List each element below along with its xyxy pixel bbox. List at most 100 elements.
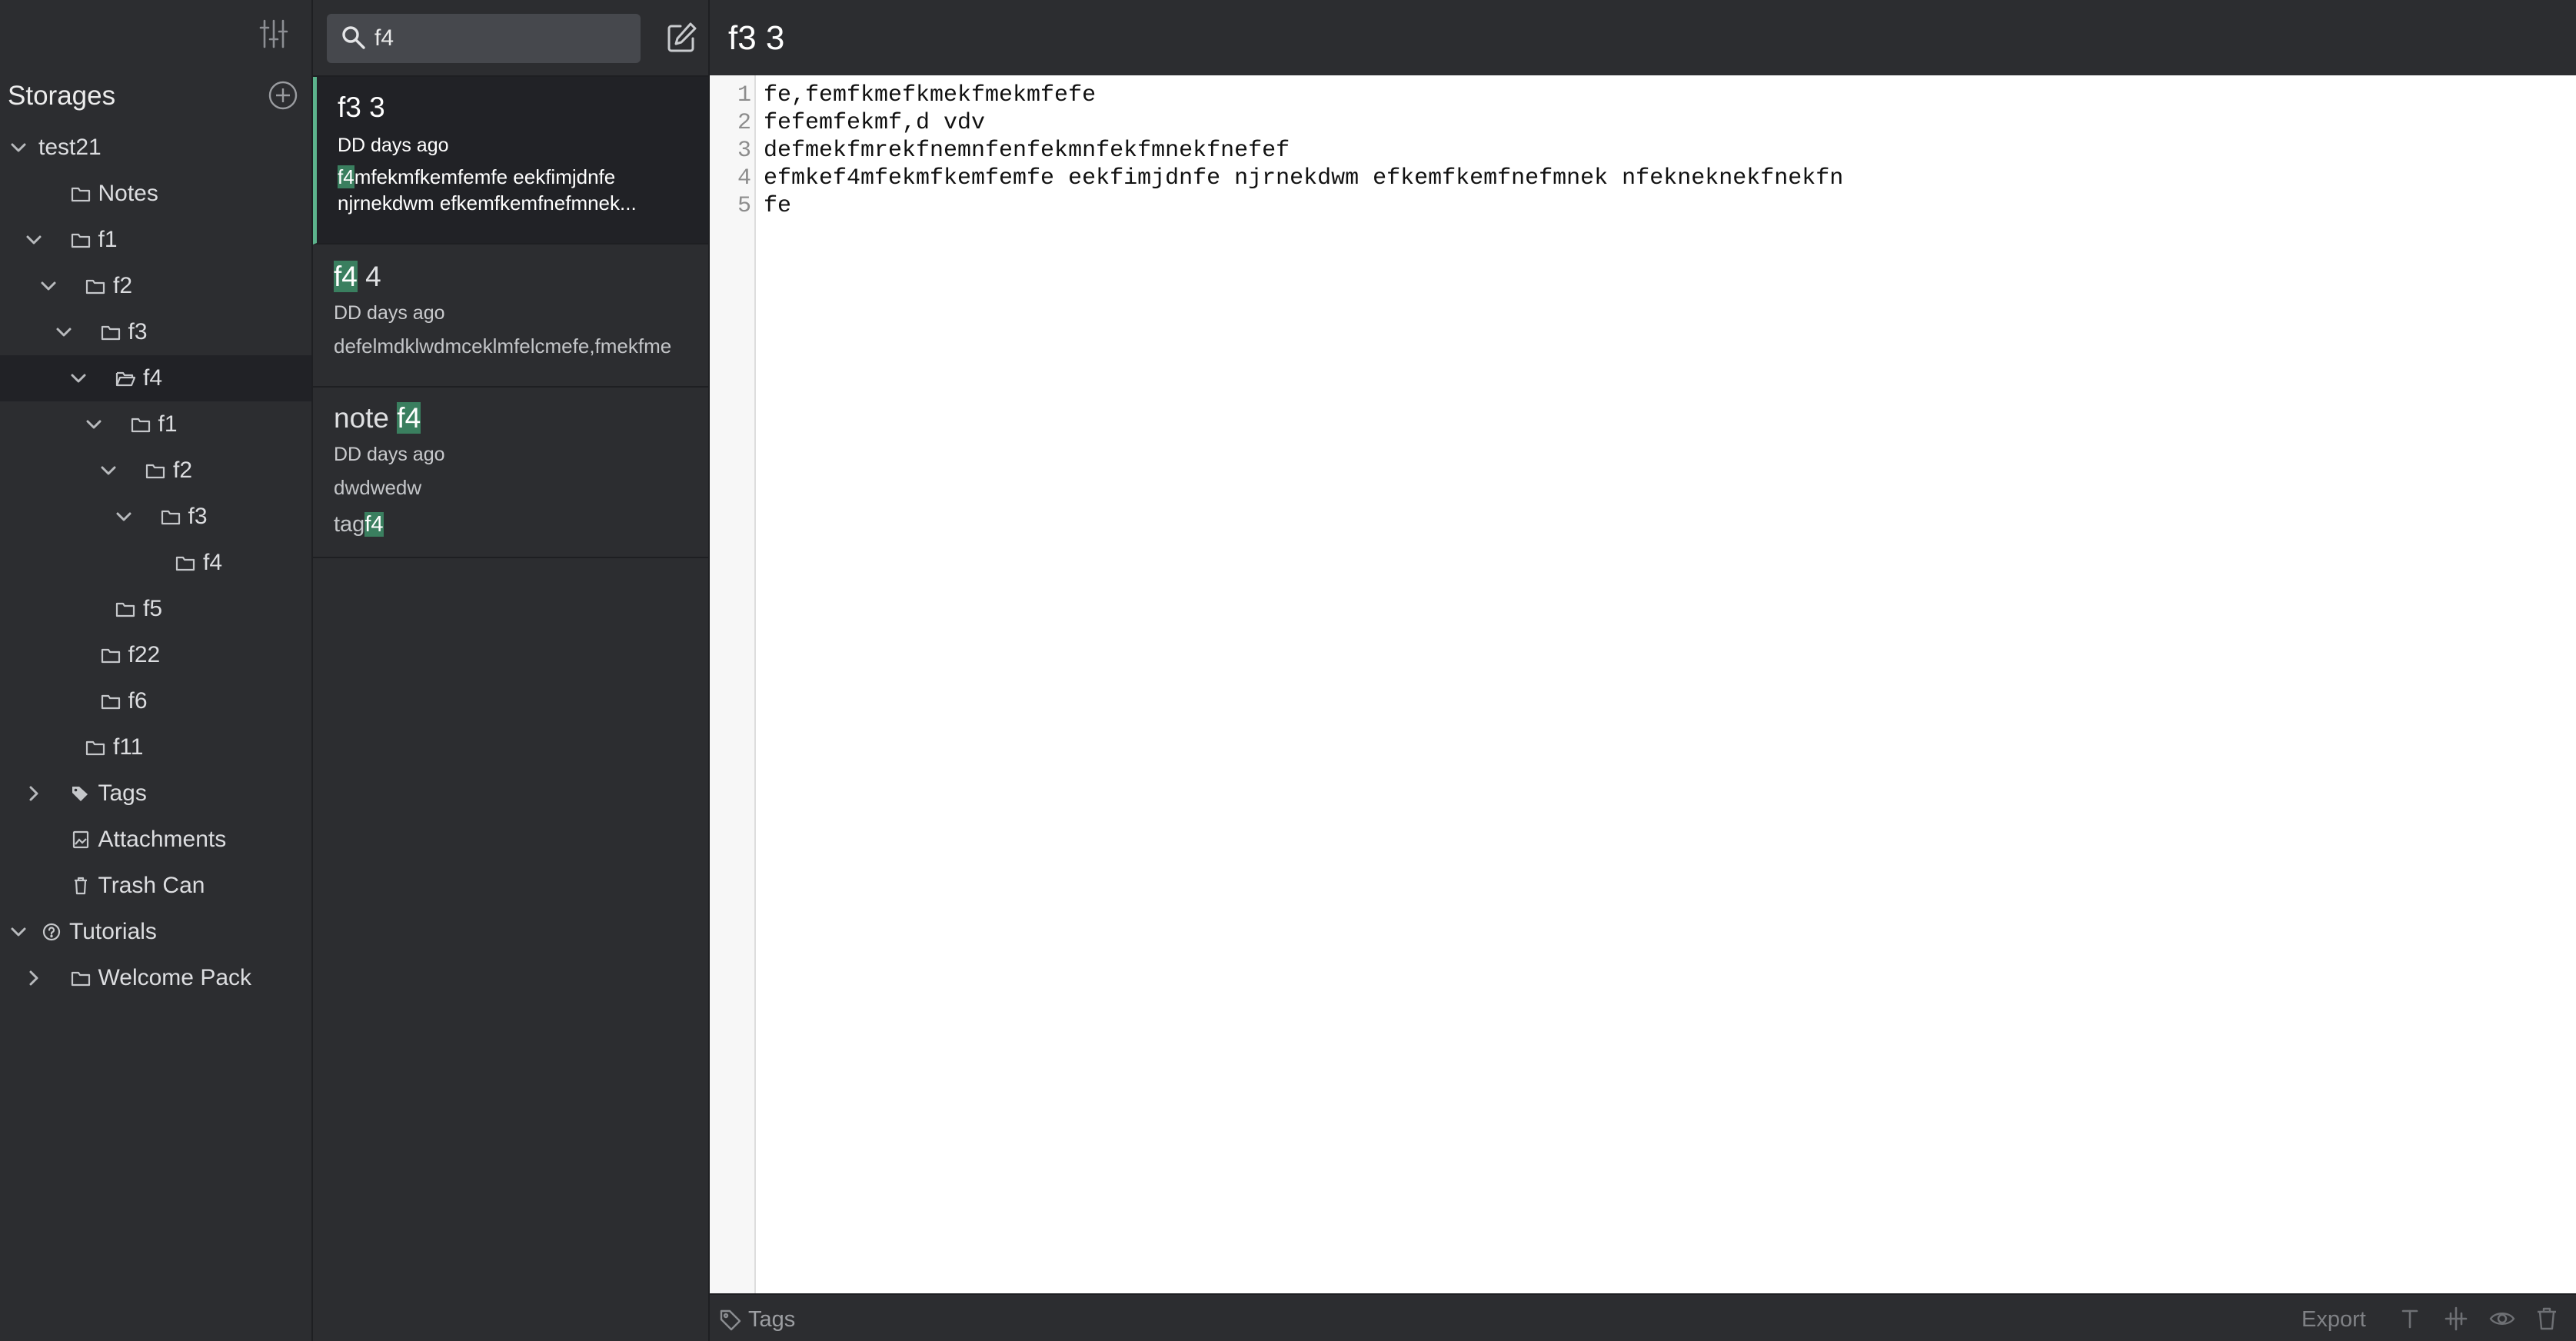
code-line[interactable]: fe <box>764 192 791 220</box>
note-date: DD days ago <box>334 302 445 324</box>
folder-icon <box>85 277 105 295</box>
chevron-down-icon[interactable] <box>98 460 119 481</box>
note-item[interactable]: f3 3 DD days ago f4mfekmfkemfemfe eekfim… <box>313 77 708 245</box>
sidebar-item-f3[interactable]: f3 <box>0 309 311 355</box>
folder-icon <box>71 231 91 249</box>
search-icon <box>341 25 367 51</box>
trash-can-icon <box>71 877 91 895</box>
sidebar-item-label: Notes <box>98 181 158 206</box>
note-preview: dwdwedw <box>334 476 422 499</box>
sidebar-item-label: f4 <box>143 365 163 391</box>
line-number-gutter: 1 2 3 4 5 <box>710 75 756 1293</box>
sidebar-item-label: f5 <box>143 596 163 621</box>
sidebar-item-test21[interactable]: test21 <box>0 125 311 171</box>
code-line[interactable]: fefemfekmf,d vdv <box>764 109 985 137</box>
preferences-sliders-icon[interactable] <box>259 18 288 49</box>
tag-icon <box>719 1309 742 1332</box>
new-note-icon[interactable] <box>665 22 697 54</box>
folder-icon <box>71 969 91 987</box>
note-preview-line2: njrnekdwm efkemfkemfnefmnek... <box>338 191 637 215</box>
search-input[interactable] <box>374 20 628 57</box>
sidebar-item-f2[interactable]: f2 <box>0 263 311 309</box>
folder-icon <box>161 507 181 526</box>
note-tag[interactable]: tagf4 <box>334 511 384 538</box>
sidebar-item-label: Tags <box>98 780 147 806</box>
sidebar-item-label: f6 <box>128 688 148 714</box>
chevron-down-icon[interactable] <box>113 506 135 527</box>
chevron-down-icon[interactable] <box>68 368 89 389</box>
sidebar-item-trash-can[interactable]: Trash Can <box>0 863 311 909</box>
tags-input[interactable] <box>748 1304 979 1335</box>
sidebar-item-label: Trash Can <box>98 873 205 898</box>
sidebar-item-welcome-pack[interactable]: Welcome Pack <box>0 955 311 1001</box>
sidebar-item-f2[interactable]: f2 <box>0 448 311 494</box>
note-list-panel: f3 3 DD days ago f4mfekmfkemfemfe eekfim… <box>313 0 710 1341</box>
sidebar-item-label: f4 <box>203 550 223 575</box>
note-editor: f3 3 1 2 3 4 5 fe,femfkmefkmekfmekmfefe … <box>710 0 2576 1341</box>
export-button[interactable]: Export <box>2301 1306 2366 1333</box>
note-item[interactable]: note f4 DD days ago dwdwedw tagf4 <box>313 388 708 558</box>
sidebar-item-label: f11 <box>113 734 144 760</box>
folder-open-icon <box>115 369 136 388</box>
sidebar-item-f3[interactable]: f3 <box>0 494 311 540</box>
editor-footer: Export <box>710 1293 2576 1341</box>
sidebar-item-f5[interactable]: f5 <box>0 586 311 632</box>
chevron-down-icon[interactable] <box>53 321 75 343</box>
line-number: 3 <box>737 138 751 164</box>
line-number: 1 <box>737 82 751 108</box>
chevron-right-icon[interactable] <box>23 967 45 989</box>
note-title: f4 4 <box>334 261 381 292</box>
folder-icon <box>101 646 121 664</box>
folder-icon <box>85 738 105 757</box>
chevron-right-icon[interactable] <box>23 783 45 804</box>
note-title-heading[interactable]: f3 3 <box>728 17 784 60</box>
code-editor[interactable]: 1 2 3 4 5 fe,femfkmefkmekfmekmfefe fefem… <box>710 75 2576 1293</box>
tags-icon <box>71 784 91 803</box>
search-box <box>327 14 641 63</box>
sidebar-item-attachments[interactable]: Attachments <box>0 817 311 863</box>
folder-icon <box>101 692 121 710</box>
note-item[interactable]: f4 4 DD days ago defelmdklwdmceklmfelcme… <box>313 245 708 388</box>
sidebar-item-f1[interactable]: f1 <box>0 401 311 448</box>
note-title: note f4 <box>334 402 421 434</box>
title-format-icon[interactable] <box>2397 1306 2423 1332</box>
sidebar-item-label: f3 <box>188 504 208 529</box>
sidebar-item-tags[interactable]: Tags <box>0 770 311 817</box>
code-line[interactable]: efmkef4mfekmfkemfemfe eekfimjdnfe njrnek… <box>764 165 1843 192</box>
sidebar-item-f4[interactable]: f4 <box>0 355 311 401</box>
sidebar-item-f11[interactable]: f11 <box>0 724 311 770</box>
help-circle-icon <box>42 923 62 941</box>
add-storage-icon[interactable] <box>268 80 298 111</box>
folder-icon <box>145 461 165 480</box>
folder-icon <box>71 185 91 203</box>
sidebar-item-label: f22 <box>128 642 161 667</box>
sidebar-item-f6[interactable]: f6 <box>0 678 311 724</box>
sidebar-item-label: Welcome Pack <box>98 965 252 990</box>
preview-eye-icon[interactable] <box>2489 1306 2515 1332</box>
code-line[interactable]: defmekfmrekfnemnfenfekmnfekfmnekfnefef <box>764 137 1290 165</box>
split-view-icon[interactable] <box>2443 1306 2469 1332</box>
sidebar-item-f22[interactable]: f22 <box>0 632 311 678</box>
editor-header: f3 3 <box>710 0 2576 75</box>
folder-icon <box>101 323 121 341</box>
sidebar-item-label: Tutorials <box>69 919 157 944</box>
note-date: DD days ago <box>338 135 449 156</box>
chevron-down-icon[interactable] <box>8 137 29 158</box>
chevron-down-icon[interactable] <box>38 275 59 297</box>
note-date: DD days ago <box>334 444 445 465</box>
trash-icon[interactable] <box>2534 1306 2560 1332</box>
sidebar-item-label: test21 <box>38 135 102 160</box>
sidebar-item-notes[interactable]: Notes <box>0 171 311 217</box>
chevron-down-icon[interactable] <box>23 229 45 251</box>
sidebar-item-f4[interactable]: f4 <box>0 540 311 586</box>
attachments-image-icon <box>71 830 91 849</box>
chevron-down-icon[interactable] <box>8 921 29 943</box>
sidebar-item-label: f1 <box>98 227 118 252</box>
storages-header: Storages <box>8 77 308 115</box>
storages-title: Storages <box>8 81 116 111</box>
sidebar-item-tutorials[interactable]: Tutorials <box>0 909 311 955</box>
sidebar: Storages test21 Notes f1 f2 f3 f4 f1 f2 f3 f4 f5 f2… <box>0 0 313 1341</box>
chevron-down-icon[interactable] <box>83 414 105 435</box>
code-line[interactable]: fe,femfkmefkmekfmekmfefe <box>764 82 1096 109</box>
sidebar-item-f1[interactable]: f1 <box>0 217 311 263</box>
